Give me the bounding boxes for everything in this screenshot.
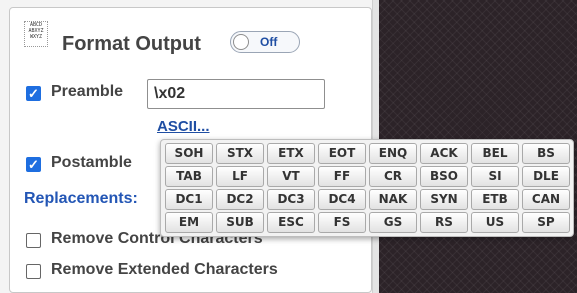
preamble-input[interactable] (147, 79, 325, 109)
ascii-key-rs[interactable]: RS (420, 212, 468, 233)
ascii-key-dle[interactable]: DLE (522, 166, 570, 187)
ascii-key-soh[interactable]: SOH (165, 143, 213, 164)
ascii-key-can[interactable]: CAN (522, 189, 570, 210)
format-output-title: Format Output (62, 33, 201, 55)
toggle-label: Off (260, 35, 278, 49)
ascii-key-sub[interactable]: SUB (216, 212, 264, 233)
format-output-toggle[interactable]: Off (230, 31, 300, 53)
remove-control-checkbox[interactable] (26, 233, 41, 248)
ascii-key-bso[interactable]: BSO (420, 166, 468, 187)
ascii-key-syn[interactable]: SYN (420, 189, 468, 210)
replacements-link[interactable]: Replacements: (24, 190, 138, 208)
format-output-icon: ABCD ABXYZ WXYZ (24, 21, 48, 47)
toggle-knob (233, 34, 249, 50)
ascii-key-vt[interactable]: VT (267, 166, 315, 187)
ascii-key-si[interactable]: SI (471, 166, 519, 187)
ascii-key-bs[interactable]: BS (522, 143, 570, 164)
ascii-key-enq[interactable]: ENQ (369, 143, 417, 164)
preamble-checkbox[interactable]: ✓ (26, 86, 41, 101)
ascii-key-sp[interactable]: SP (522, 212, 570, 233)
ascii-key-bel[interactable]: BEL (471, 143, 519, 164)
ascii-key-stx[interactable]: STX (216, 143, 264, 164)
ascii-key-fs[interactable]: FS (318, 212, 366, 233)
ascii-key-dc4[interactable]: DC4 (318, 189, 366, 210)
postamble-checkbox[interactable]: ✓ (26, 157, 41, 172)
ascii-link[interactable]: ASCII... (157, 118, 210, 135)
ascii-key-lf[interactable]: LF (216, 166, 264, 187)
ascii-key-dc2[interactable]: DC2 (216, 189, 264, 210)
ascii-key-esc[interactable]: ESC (267, 212, 315, 233)
ascii-key-us[interactable]: US (471, 212, 519, 233)
ascii-key-gs[interactable]: GS (369, 212, 417, 233)
remove-extended-label: Remove Extended Characters (51, 261, 278, 278)
ascii-key-eot[interactable]: EOT (318, 143, 366, 164)
ascii-key-grid: SOH STX ETX EOT ENQ ACK BEL BS TAB LF VT FF CR BSO SI D… (165, 143, 570, 233)
ascii-key-dc1[interactable]: DC1 (165, 189, 213, 210)
ascii-key-ack[interactable]: ACK (420, 143, 468, 164)
ascii-key-ff[interactable]: FF (318, 166, 366, 187)
remove-extended-checkbox[interactable] (26, 264, 41, 279)
ascii-key-em[interactable]: EM (165, 212, 213, 233)
ascii-key-nak[interactable]: NAK (369, 189, 417, 210)
postamble-label: Postamble (51, 154, 132, 171)
ascii-key-cr[interactable]: CR (369, 166, 417, 187)
preamble-label: Preamble (51, 83, 124, 100)
ascii-key-dc3[interactable]: DC3 (267, 189, 315, 210)
ascii-key-etx[interactable]: ETX (267, 143, 315, 164)
ascii-key-tab[interactable]: TAB (165, 166, 213, 187)
ascii-picker-popup: SOH STX ETX EOT ENQ ACK BEL BS TAB LF VT FF CR BSO SI D… (160, 139, 574, 237)
ascii-key-etb[interactable]: ETB (471, 189, 519, 210)
